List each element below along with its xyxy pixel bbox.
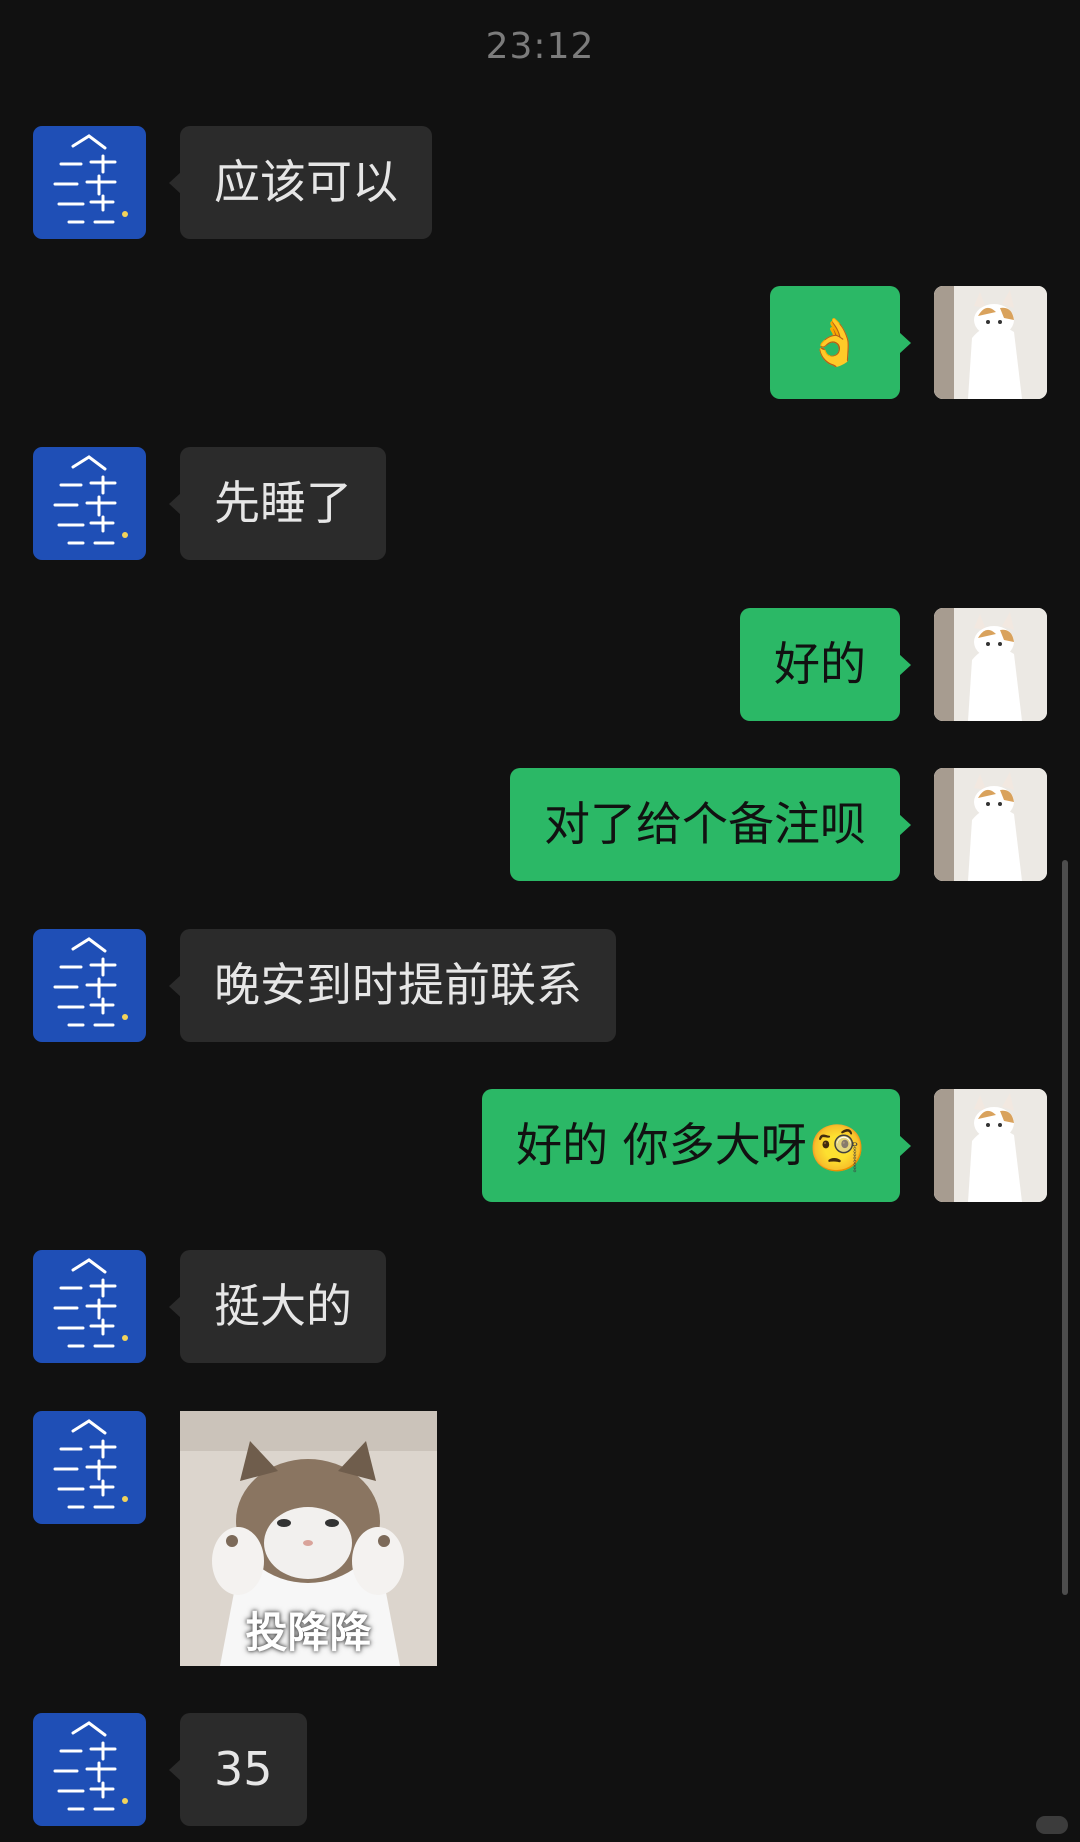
contact-avatar[interactable] <box>33 126 146 239</box>
message-row: 晚安到时提前联系 <box>0 929 1080 1042</box>
sticker-caption: 投降降 <box>245 1608 372 1657</box>
outgoing-message-bubble[interactable]: 好的 <box>740 608 911 721</box>
incoming-message-bubble[interactable]: 晚安到时提前联系 <box>169 929 616 1042</box>
outgoing-message-bubble[interactable]: 对了给个备注呗 <box>510 768 911 881</box>
message-row: 好的 <box>0 608 1080 721</box>
incoming-message-bubble[interactable]: 35 <box>169 1713 307 1826</box>
message-row: 投降降 <box>0 1411 1080 1666</box>
contact-avatar[interactable] <box>33 447 146 560</box>
outgoing-message-bubble[interactable]: 好的 你多大呀🧐 <box>482 1089 911 1202</box>
incoming-message-bubble[interactable]: 挺大的 <box>169 1250 386 1363</box>
self-avatar[interactable] <box>934 768 1047 881</box>
message-row: 对了给个备注呗 <box>0 768 1080 881</box>
message-row: 挺大的 <box>0 1250 1080 1363</box>
incoming-message-bubble[interactable]: 先睡了 <box>169 447 386 560</box>
outgoing-message-bubble[interactable]: 👌 <box>770 286 911 399</box>
contact-avatar[interactable] <box>33 1713 146 1826</box>
watermark-badge <box>1036 1816 1068 1834</box>
contact-avatar[interactable] <box>33 1250 146 1363</box>
scrollbar[interactable] <box>1062 860 1068 1595</box>
self-avatar[interactable] <box>934 608 1047 721</box>
cat-surrender-sticker[interactable]: 投降降 <box>180 1411 437 1666</box>
message-row: 先睡了 <box>0 447 1080 560</box>
time-divider: 23:12 <box>485 26 595 67</box>
incoming-message-bubble[interactable]: 应该可以 <box>169 126 432 239</box>
contact-avatar[interactable] <box>33 929 146 1042</box>
message-row: 👌 <box>0 286 1080 399</box>
self-avatar[interactable] <box>934 1089 1047 1202</box>
message-text: 好的 你多大呀 <box>516 1118 807 1172</box>
contact-avatar[interactable] <box>33 1411 146 1524</box>
ok-hand-emoji-icon: 👌 <box>806 315 864 369</box>
message-row: 好的 你多大呀🧐 <box>0 1089 1080 1202</box>
monocle-face-emoji-icon: 🧐 <box>808 1121 866 1175</box>
message-row: 35 <box>0 1713 1080 1826</box>
self-avatar[interactable] <box>934 286 1047 399</box>
message-row: 应该可以 <box>0 126 1080 239</box>
